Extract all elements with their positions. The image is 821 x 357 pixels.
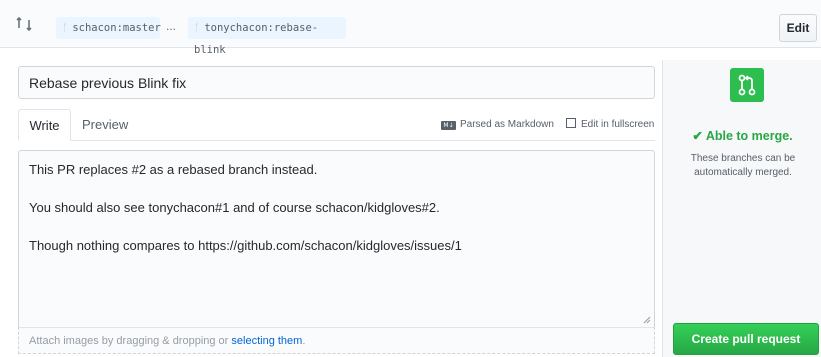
select-files-link[interactable]: selecting them (231, 335, 302, 347)
attach-images-bar[interactable]: Attach images by dragging & dropping or … (18, 327, 655, 354)
create-pull-request-button[interactable]: Create pull request (673, 323, 819, 355)
pr-title-input[interactable] (18, 66, 655, 99)
compare-bar: ᚴ schacon:master ... ᚴ tonychacon:rebase-b… (0, 0, 821, 56)
merge-sidebar: ✔ Able to merge. These branches can be a… (662, 60, 821, 357)
tab-write[interactable]: Write (18, 109, 71, 141)
head-branch-selector[interactable]: ᚴ tonychacon:rebase-blink (188, 17, 346, 56)
resize-handle-icon[interactable] (643, 316, 651, 324)
base-branch-selector[interactable]: ᚴ schacon:master (56, 17, 161, 39)
compare-arrows-icon (16, 16, 32, 32)
fullscreen-button[interactable]: Edit in fullscreen (566, 118, 654, 132)
markdown-icon: M↓ (441, 121, 456, 130)
branch-icon: ᚴ (62, 22, 69, 34)
git-pull-request-icon (730, 68, 764, 102)
branch-icon: ᚴ (194, 22, 201, 34)
branch-separator: ... (166, 19, 177, 33)
body-line: You should also see tonychacon#1 and of … (29, 200, 440, 215)
attach-text: Attach images by dragging & dropping or (29, 335, 232, 347)
fullscreen-label: Edit in fullscreen (581, 119, 655, 130)
body-line: This PR replaces #2 as a rebased branch … (29, 162, 318, 177)
base-branch-label: schacon:master (72, 22, 161, 34)
markdown-note[interactable]: M↓ Parsed as Markdown (441, 118, 554, 132)
merge-status: ✔ Able to merge. (692, 129, 793, 143)
attach-suffix: . (302, 335, 306, 347)
body-line: Though nothing compares to https://githu… (29, 238, 462, 253)
tab-preview[interactable]: Preview (82, 109, 128, 141)
edit-button[interactable]: Edit (779, 14, 817, 42)
pr-body-textarea[interactable]: This PR replaces #2 as a rebased branch … (18, 150, 655, 327)
head-branch-label: tonychacon:rebase-blink (194, 22, 319, 56)
fullscreen-icon (566, 118, 576, 128)
merge-description: These branches can be automatically merg… (690, 153, 796, 178)
markdown-note-label: Parsed as Markdown (460, 119, 554, 130)
